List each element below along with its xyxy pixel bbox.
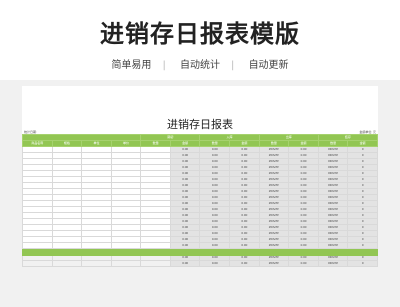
feature-auto-stat: 自动统计: [180, 60, 220, 71]
spreadsheet-preview: 进销存日报表 统计日期: 金额单位: 元 期初 入库 出库 结存 商品名称 规格 单位 单价数…: [21, 86, 379, 267]
feature-list: 简单易用 | 自动统计 | 自动更新: [0, 56, 400, 71]
table-cell[interactable]: [140, 260, 171, 267]
table-cell[interactable]: 0: [347, 260, 378, 267]
table-cell[interactable]: [81, 260, 112, 267]
table-cell[interactable]: 0.00: [169, 260, 201, 267]
report-table: 期初 入库 出库 结存 商品名称 规格 单位 单价 数量 金额 数量 金额 数量 金额 数量 金额 0.00 0…: [21, 134, 379, 267]
feature-auto-update: 自动更新: [248, 60, 289, 71]
table-cell[interactable]: 0.00: [288, 260, 319, 267]
feature-divider: |: [162, 60, 166, 71]
table-cell[interactable]: [22, 260, 53, 267]
table-cell[interactable]: 0.00: [229, 260, 260, 267]
sheet-footer-bar: [22, 249, 378, 256]
table-row: 0.000.000.00#DIV/0!0.00#DIV/0!0: [22, 260, 378, 267]
table-cell[interactable]: 0.00: [199, 260, 231, 267]
table-cell[interactable]: #DIV/0!: [317, 260, 349, 267]
sheet-title: 进销存日报表: [167, 119, 233, 131]
feature-divider: |: [231, 60, 235, 71]
table-cell[interactable]: [110, 260, 142, 267]
feature-easy: 简单易用: [111, 60, 152, 71]
table-cell[interactable]: [51, 260, 83, 267]
table-cell[interactable]: #DIV/0!: [258, 260, 290, 267]
banner-title: 进销存日报表模版: [100, 20, 300, 48]
